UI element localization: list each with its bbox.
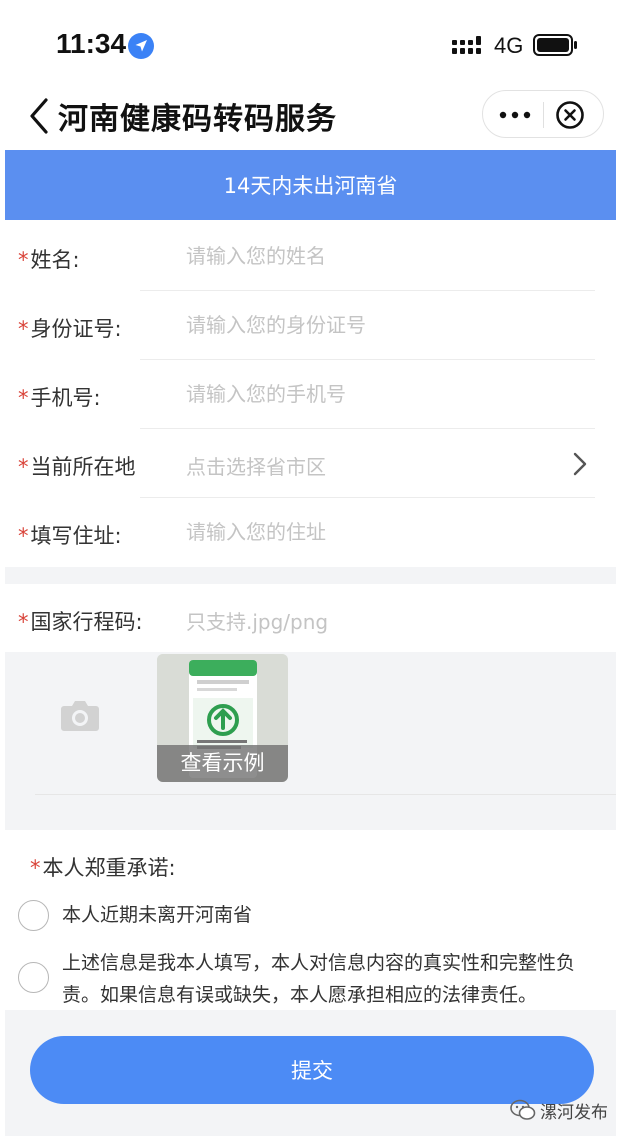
required-mark: *	[18, 610, 29, 634]
field-label: *国家行程码:	[18, 606, 143, 636]
id-number-label: 身份证号:	[30, 317, 122, 341]
mini-program-capsule	[482, 90, 604, 138]
page-title: 河南健康码转码服务	[58, 102, 337, 137]
signal-icon	[452, 36, 481, 54]
chevron-right-icon[interactable]	[572, 451, 588, 477]
wechat-icon	[510, 1099, 536, 1120]
location-picker[interactable]: 点击选择省市区	[186, 451, 326, 480]
watermark-text: 漯河发布	[540, 1102, 608, 1123]
battery-icon	[533, 34, 577, 56]
form-row-phone: *手机号:	[0, 360, 619, 429]
address-input[interactable]	[186, 516, 566, 548]
pledge-item-1[interactable]: 本人近期未离开河南省	[0, 896, 619, 936]
required-mark: *	[30, 856, 41, 880]
pledge-text-2-line-1: 上述信息是我本人填写，本人对信息内容的真实性和完整性负	[62, 952, 576, 974]
network-type: 4G	[494, 33, 524, 58]
nav-bar: 河南健康码转码服务	[0, 86, 619, 148]
back-icon[interactable]	[26, 96, 52, 136]
field-label: *当前所在地	[18, 451, 136, 481]
status-time: 11:34	[56, 28, 127, 59]
required-mark: *	[18, 248, 29, 272]
field-label: *身份证号:	[18, 313, 122, 343]
capsule-divider	[543, 102, 544, 128]
itinerary-label: 国家行程码:	[30, 610, 143, 634]
sample-caption: 查看示例	[157, 745, 288, 782]
pledge-title: *本人郑重承诺:	[30, 852, 176, 882]
status-bar: 11:34 4G	[0, 0, 619, 86]
name-label: 姓名:	[30, 248, 80, 272]
form-row-location[interactable]: *当前所在地 点击选择省市区	[0, 429, 619, 498]
submit-button[interactable]: 提交	[30, 1036, 594, 1104]
more-icon[interactable]	[497, 103, 533, 127]
pledge-text-1: 本人近期未离开河南省	[62, 904, 253, 926]
pledge-radio-1[interactable]	[18, 900, 49, 931]
upload-area: 查看示例	[5, 652, 616, 830]
required-mark: *	[18, 386, 29, 410]
close-icon[interactable]	[555, 100, 585, 130]
upload-format-hint: 只支持.jpg/png	[186, 610, 329, 634]
form-row-address: *填写住址:	[0, 498, 619, 567]
id-number-input[interactable]	[186, 309, 566, 341]
location-arrow-icon	[128, 33, 154, 59]
sample-image-button[interactable]: 查看示例	[157, 654, 288, 782]
phone-label: 手机号:	[30, 386, 101, 410]
required-mark: *	[18, 455, 29, 479]
upload-divider	[35, 794, 616, 795]
address-label: 填写住址:	[30, 524, 122, 548]
form-row-id-number: *身份证号:	[0, 291, 619, 360]
location-label: 当前所在地	[30, 455, 136, 479]
required-mark: *	[18, 317, 29, 341]
phone-input[interactable]	[186, 378, 566, 410]
form-row-name: *姓名:	[0, 222, 619, 291]
pledge-item-2[interactable]: 上述信息是我本人填写，本人对信息内容的真实性和完整性负 责。如果信息有误或缺失，…	[0, 946, 619, 1016]
region-banner: 14天内未出河南省	[5, 150, 616, 220]
watermark: 漯河发布	[510, 1097, 608, 1123]
pledge-title-text: 本人郑重承诺:	[42, 856, 176, 880]
field-label: *填写住址:	[18, 520, 122, 550]
pledge-radio-2[interactable]	[18, 962, 49, 993]
section-gap	[5, 567, 616, 584]
field-label: *手机号:	[18, 382, 101, 412]
name-input[interactable]	[186, 240, 566, 272]
camera-icon[interactable]	[60, 698, 100, 732]
form-row-itinerary-code: *国家行程码: 只支持.jpg/png	[0, 584, 619, 653]
required-mark: *	[18, 524, 29, 548]
pledge-text-2-line-2: 责。如果信息有误或缺失，本人愿承担相应的法律责任。	[62, 984, 538, 1006]
field-label: *姓名:	[18, 244, 80, 274]
